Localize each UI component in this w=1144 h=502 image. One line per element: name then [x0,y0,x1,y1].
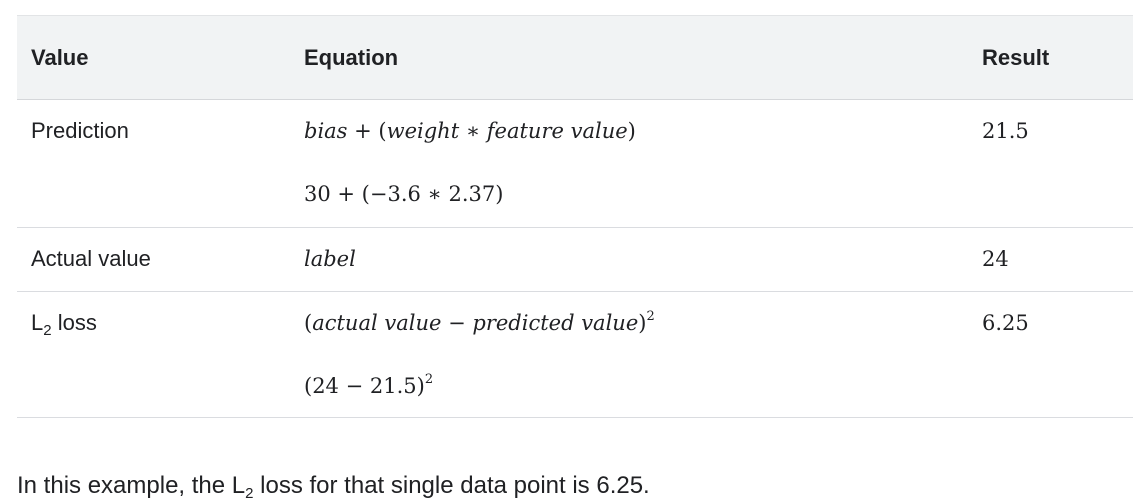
table-header-row: Value Equation Result [17,15,1133,100]
header-value: Value [31,44,89,70]
row-label: Actual value [31,246,151,271]
equation-cell: label [290,228,968,292]
prediction-substituted: 30 + (−3.6 ∗ 2.37) [304,182,504,206]
header-result: Result [982,44,1050,70]
actual-formula: label [304,247,356,271]
summary-paragraph: In this example, the L2 loss for that si… [17,472,650,502]
equation-cell: (actual value − predicted value)2 (24 − … [290,292,968,418]
row-label: L2 loss [31,310,97,339]
result-cell: 6.25 [982,311,1029,335]
table-row-actual-value: Actual value label 24 [17,228,1133,292]
equation-cell: bias + (weight ∗ feature value) 30 + (−3… [290,100,968,228]
loss-formula: (actual value − predicted value)2 [304,309,655,335]
prediction-formula: bias + (weight ∗ feature value) [304,119,636,143]
table-row-l2-loss: L2 loss (actual value − predicted value)… [17,292,1133,418]
table-row-prediction: Prediction bias + (weight ∗ feature valu… [17,100,1133,228]
content-area: Value Equation Result Prediction bias + … [17,15,1133,418]
row-label: Prediction [31,118,129,143]
result-cell: 24 [982,247,1009,271]
result-cell: 21.5 [982,119,1029,143]
header-equation: Equation [304,44,399,70]
loss-substituted: (24 − 21.5)2 [304,372,434,398]
loss-calculation-table: Value Equation Result Prediction bias + … [17,15,1133,418]
